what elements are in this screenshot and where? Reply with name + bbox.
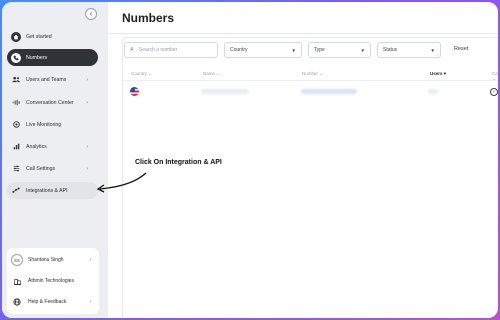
status-filter-label: Status [383, 47, 398, 53]
check-circle-icon: ✓ [490, 88, 498, 96]
building-icon [11, 278, 23, 285]
status-filter[interactable]: Status ▼ [377, 42, 441, 58]
redacted-number [301, 89, 357, 94]
phone-icon [11, 52, 21, 63]
sidebar-item-label: Numbers [26, 54, 48, 61]
home-icon [11, 31, 21, 42]
sidebar-item-conversation-center[interactable]: Conversation Center › [7, 94, 98, 111]
column-number[interactable]: Number ⌄ [302, 71, 323, 77]
table-row[interactable]: ✓ [123, 84, 498, 100]
account-card: SS Shantanu Singh › Athmin Technologies … [7, 248, 99, 314]
search-input[interactable]: ⌕ Search a number [124, 42, 218, 58]
users-icon [11, 75, 21, 85]
caret-down-icon: ▼ [360, 47, 365, 53]
company-name: Athmin Technologies [28, 278, 75, 284]
help-label: Help & Feedback [28, 299, 67, 305]
column-country[interactable]: Country ⌄ [131, 71, 152, 77]
sidebar-item-label: Integrations & API [26, 187, 68, 194]
sidebar-item-get-started[interactable]: Get started [7, 28, 98, 45]
sidebar-item-label: Call Settings [26, 165, 56, 172]
chevron-right-icon: › [86, 76, 88, 83]
avatar: SS [11, 254, 23, 266]
headset-icon [11, 120, 21, 130]
app-window: ‹ Get started Numbers Users and Teams › [2, 2, 498, 318]
sidebar-item-call-settings[interactable]: Call Settings › [7, 160, 98, 177]
audio-wave-icon [11, 98, 21, 108]
globe-icon [11, 298, 23, 306]
caret-down-icon: ▼ [430, 47, 435, 53]
column-ca[interactable]: Ca ⌄ [492, 71, 498, 82]
help-feedback-item[interactable]: Help & Feedback › [11, 293, 97, 311]
user-name: Shantanu Singh [28, 257, 64, 263]
country-filter[interactable]: Country ▼ [224, 42, 302, 58]
chevron-right-icon: › [86, 143, 88, 150]
sidebar-item-label: Analytics [26, 143, 47, 150]
bar-chart-icon [11, 142, 21, 152]
column-name[interactable]: Name ⌄ [203, 71, 220, 77]
chevron-right-icon: › [86, 165, 88, 172]
sidebar-item-live-monitoring[interactable]: Live Monitoring [7, 116, 98, 133]
integrations-icon [11, 186, 21, 196]
chevron-right-icon: › [89, 299, 91, 305]
sliders-icon [11, 164, 21, 174]
sidebar-item-integrations-api[interactable]: Integrations & API [7, 182, 98, 199]
us-flag-icon [130, 87, 139, 96]
user-profile[interactable]: SS Shantanu Singh › [11, 251, 97, 269]
search-placeholder: Search a number [138, 47, 178, 53]
sidebar-item-analytics[interactable]: Analytics › [7, 138, 98, 155]
caret-down-icon: ▼ [291, 47, 296, 53]
column-users[interactable]: Users ▾ [430, 71, 446, 77]
chevron-left-icon[interactable]: ‹ [85, 8, 97, 20]
page-title: Numbers [122, 11, 175, 25]
redacted-name [201, 89, 249, 94]
country-filter-label: Country [230, 47, 248, 53]
chevron-right-icon: › [89, 257, 91, 263]
type-filter-label: Type [314, 47, 325, 53]
sidebar-item-label: Conversation Center [26, 99, 74, 106]
sidebar-item-numbers[interactable]: Numbers [7, 49, 98, 66]
annotation-text: Click On Integration & API [135, 159, 222, 166]
search-icon: ⌕ [130, 46, 134, 53]
company-item[interactable]: Athmin Technologies [11, 272, 97, 290]
sidebar-item-label: Get started [26, 33, 52, 40]
chevron-right-icon: › [86, 99, 88, 106]
redacted-users [428, 89, 438, 94]
sidebar-item-label: Users and Teams [26, 76, 67, 83]
reset-button[interactable]: Reset [454, 46, 468, 52]
table-header: Country ⌄ Name ⌄ Number ⌄ Users ▾ Ca ⌄ [123, 67, 498, 81]
annotation-arrow-icon [96, 172, 147, 193]
sidebar: ‹ Get started Numbers Users and Teams › [2, 2, 108, 318]
sidebar-item-label: Live Monitoring [26, 121, 62, 128]
header-divider [108, 33, 498, 34]
sidebar-item-users-and-teams[interactable]: Users and Teams › [7, 71, 98, 88]
type-filter[interactable]: Type ▼ [308, 42, 371, 58]
